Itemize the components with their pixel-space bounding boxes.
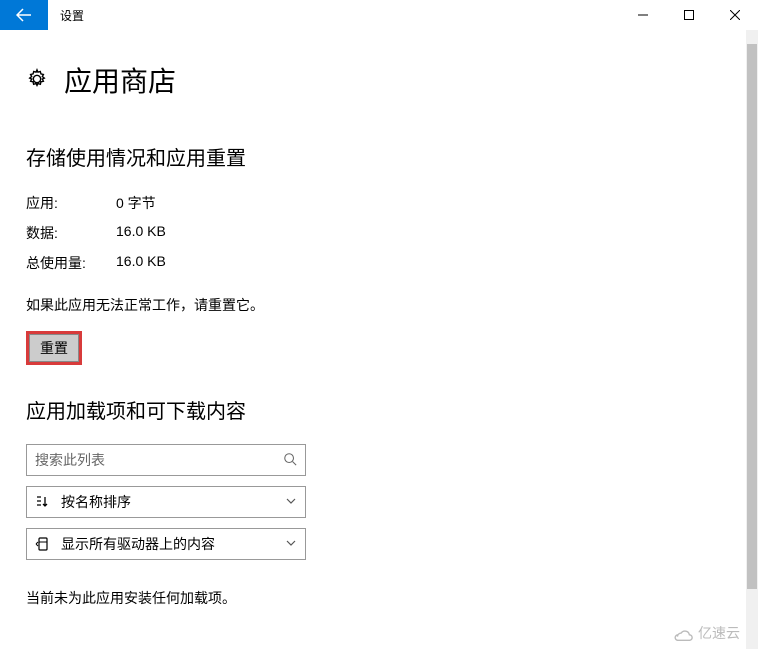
stat-value: 0 字节 xyxy=(116,193,156,213)
minimize-button[interactable] xyxy=(620,0,666,30)
page-header: 应用商店 xyxy=(26,60,732,100)
stat-row-app: 应用: 0 字节 xyxy=(26,193,732,213)
stat-row-total: 总使用量: 16.0 KB xyxy=(26,253,732,273)
stat-row-data: 数据: 16.0 KB xyxy=(26,223,732,243)
window-controls xyxy=(620,0,758,30)
search-input[interactable] xyxy=(35,452,283,468)
page-title: 应用商店 xyxy=(64,60,176,100)
sort-label: 按名称排序 xyxy=(61,492,275,512)
maximize-button[interactable] xyxy=(666,0,712,30)
titlebar: 设置 xyxy=(0,0,758,30)
close-button[interactable] xyxy=(712,0,758,30)
addons-heading: 应用加载项和可下载内容 xyxy=(26,395,732,424)
reset-help-text: 如果此应用无法正常工作，请重置它。 xyxy=(26,295,732,315)
drive-icon xyxy=(35,536,51,552)
stat-label: 总使用量: xyxy=(26,253,116,273)
stat-label: 数据: xyxy=(26,223,116,243)
close-icon xyxy=(730,10,740,20)
minimize-icon xyxy=(638,10,648,20)
watermark: 亿速云 xyxy=(672,623,740,643)
window-title: 设置 xyxy=(48,0,84,30)
scrollbar-thumb[interactable] xyxy=(747,44,757,589)
chevron-down-icon xyxy=(285,536,297,552)
search-icon xyxy=(283,452,297,469)
stat-value: 16.0 KB xyxy=(116,253,166,273)
storage-stats: 应用: 0 字节 数据: 16.0 KB 总使用量: 16.0 KB xyxy=(26,193,732,273)
addons-empty-state: 当前未为此应用安装任何加载项。 xyxy=(26,588,732,608)
chevron-down-icon xyxy=(285,494,297,510)
watermark-icon xyxy=(672,625,694,641)
stat-label: 应用: xyxy=(26,193,116,213)
storage-heading: 存储使用情况和应用重置 xyxy=(26,142,732,171)
back-button[interactable] xyxy=(0,0,48,30)
content-area: 应用商店 存储使用情况和应用重置 应用: 0 字节 数据: 16.0 KB 总使… xyxy=(0,30,758,649)
gear-icon xyxy=(26,68,48,93)
vertical-scrollbar[interactable] xyxy=(746,30,758,649)
reset-highlight: 重置 xyxy=(26,331,82,365)
drive-filter-dropdown[interactable]: 显示所有驱动器上的内容 xyxy=(26,528,306,560)
stat-value: 16.0 KB xyxy=(116,223,166,243)
maximize-icon xyxy=(684,10,694,20)
reset-button[interactable]: 重置 xyxy=(29,334,79,362)
drive-filter-label: 显示所有驱动器上的内容 xyxy=(61,534,275,554)
sort-icon xyxy=(35,494,51,510)
addons-search-box[interactable] xyxy=(26,444,306,476)
back-arrow-icon xyxy=(16,7,32,23)
sort-dropdown[interactable]: 按名称排序 xyxy=(26,486,306,518)
